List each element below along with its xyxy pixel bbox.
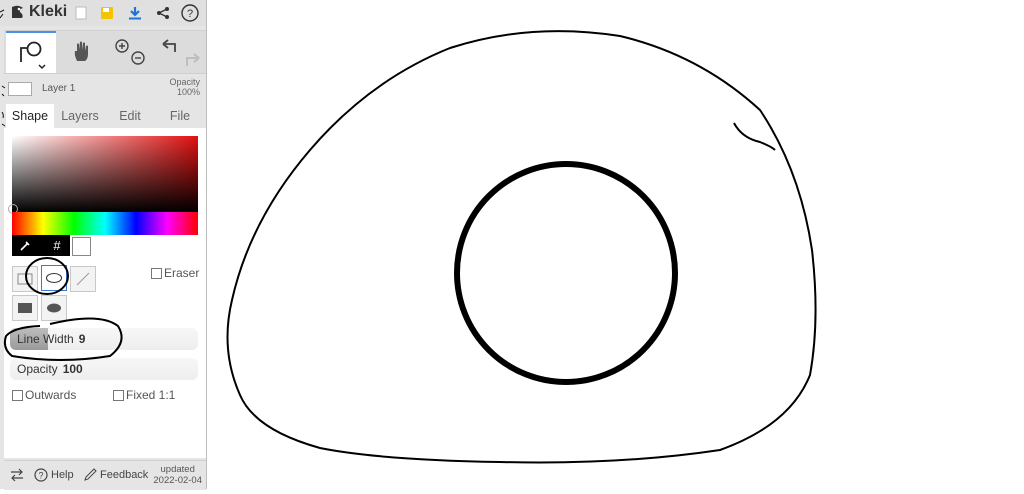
layer-thumbnail — [8, 82, 32, 96]
updated-date: 2022-02-04 — [153, 475, 202, 486]
shape-ellipse-button[interactable] — [41, 265, 67, 291]
updated-label: updated — [160, 464, 195, 475]
eraser-label: Eraser — [164, 266, 200, 280]
drawing-canvas[interactable] — [207, 0, 1024, 489]
undo-redo-buttons[interactable] — [158, 31, 204, 73]
line-width-label: Line Width — [17, 332, 74, 346]
canvas-drawing — [226, 30, 817, 464]
svg-text:?: ? — [38, 471, 43, 481]
zoom-icon — [115, 39, 145, 65]
ellipse-outline-icon — [45, 272, 63, 284]
redo-icon — [186, 53, 200, 66]
opacity-label-group: Opacity 100 — [17, 362, 83, 376]
hand-tool-button[interactable] — [64, 31, 100, 73]
eyedropper-icon[interactable] — [12, 235, 38, 256]
undo-icon — [162, 39, 176, 52]
layer-name: Layer 1 — [42, 83, 76, 94]
shape-rectangle-button[interactable] — [12, 266, 38, 292]
tab-layers[interactable]: Layers — [54, 104, 106, 128]
app-title: Kleki — [29, 3, 68, 20]
tool-row — [4, 30, 206, 74]
help-circle-icon: ? — [34, 468, 48, 482]
line-width-value: 9 — [78, 332, 86, 346]
line-icon — [76, 272, 90, 286]
swap-sides-icon[interactable] — [10, 468, 24, 482]
opacity-label: Opacity — [17, 362, 58, 376]
shape-filled-rectangle-button[interactable] — [12, 295, 38, 321]
primary-color-swatch[interactable] — [72, 237, 91, 256]
layer-opacity-value: 100% — [176, 87, 200, 97]
help-label: Help — [51, 469, 74, 481]
outwards-checkbox[interactable] — [12, 389, 23, 401]
bottom-bar: ? Help Feedback updated 2022-02-04 — [4, 460, 206, 490]
share-icon[interactable] — [154, 4, 172, 22]
new-file-icon[interactable] — [72, 4, 90, 22]
line-width-label-group: Line Width 9 — [17, 332, 85, 346]
shape-line-button[interactable] — [70, 266, 96, 292]
feedback-icon — [84, 468, 97, 481]
fixed-ratio-checkbox[interactable] — [113, 389, 124, 401]
opacity-value: 100 — [62, 362, 83, 376]
app-logo[interactable]: Kleki — [10, 3, 67, 21]
top-bar: Kleki ? — [0, 0, 206, 26]
color-saturation-value-picker[interactable] — [12, 136, 198, 212]
zoom-buttons[interactable] — [110, 31, 150, 73]
fixed-ratio-label: Fixed 1:1 — [126, 388, 176, 402]
line-width-slider[interactable]: Line Width 9 — [10, 328, 198, 350]
feedback-label: Feedback — [100, 468, 149, 481]
eraser-checkbox[interactable] — [151, 267, 162, 279]
eraser-option[interactable]: Eraser — [151, 266, 199, 280]
panel-tabs: Shape Layers Edit File — [4, 104, 206, 128]
opacity-slider[interactable]: Opacity 100 — [10, 358, 198, 380]
hand-tool-icon — [74, 41, 88, 61]
layer-preview-row[interactable]: Layer 1 Opacity 100% — [4, 74, 206, 102]
rectangle-outline-icon — [17, 273, 33, 285]
save-icon[interactable] — [98, 4, 116, 22]
layer-opacity: Opacity 100% — [169, 77, 200, 97]
outwards-option[interactable]: Outwards — [12, 388, 76, 402]
filled-rectangle-icon — [18, 303, 32, 313]
feedback-button[interactable]: Feedback — [84, 468, 148, 481]
sidebar: Kleki ? Layer 1 Opacity 100% Shape Layer… — [0, 0, 207, 490]
updated-info: updated 2022-02-04 — [153, 464, 202, 486]
help-button[interactable]: ? Help — [34, 468, 74, 482]
outwards-label: Outwards — [25, 388, 77, 402]
shape-tool-button[interactable] — [6, 31, 56, 73]
download-icon[interactable] — [126, 4, 144, 22]
filled-ellipse-icon — [47, 303, 61, 313]
hex-input-button[interactable]: # — [44, 235, 70, 256]
shape-panel: # Eraser Line Width 9 Opacity 100 Outwar… — [4, 128, 206, 458]
layer-opacity-label: Opacity — [169, 77, 200, 87]
kleki-logo-icon — [12, 5, 23, 18]
fixed-ratio-option[interactable]: Fixed 1:1 — [113, 388, 175, 402]
tab-edit[interactable]: Edit — [106, 104, 154, 128]
color-tools-bar: # — [12, 235, 70, 256]
hue-slider[interactable] — [12, 212, 198, 235]
tab-file[interactable]: File — [154, 104, 206, 128]
help-icon[interactable]: ? — [181, 4, 199, 22]
tab-shape[interactable]: Shape — [6, 104, 54, 128]
shape-filled-ellipse-button[interactable] — [41, 295, 67, 321]
svg-text:?: ? — [187, 8, 193, 20]
shape-tool-icon — [20, 41, 46, 70]
